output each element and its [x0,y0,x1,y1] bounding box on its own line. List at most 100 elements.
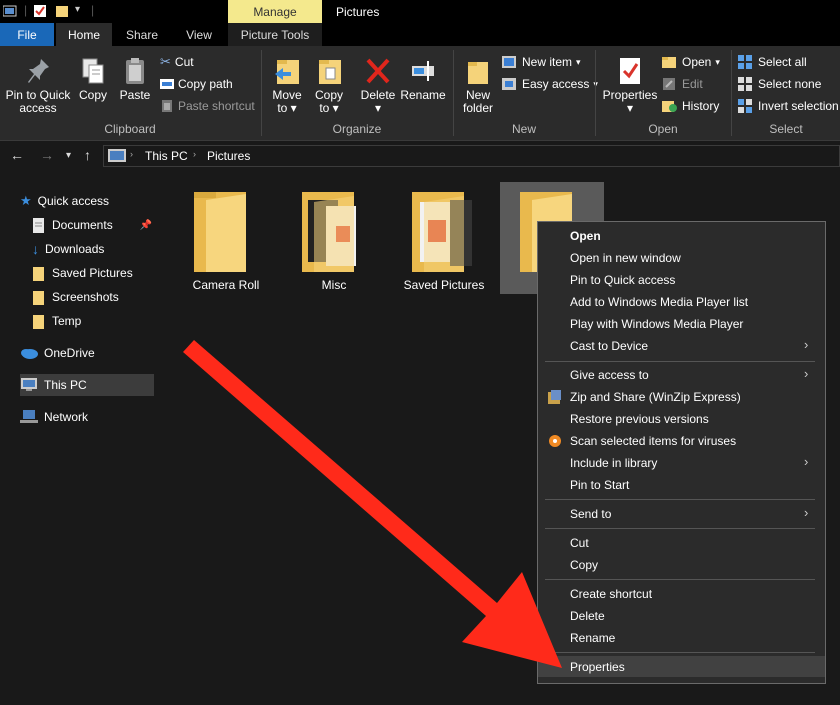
up-arrow-icon[interactable]: ↑ [84,147,91,163]
pin-label-2: access [19,101,57,115]
select-all-button[interactable]: Select all [738,53,807,71]
menu-item-send-to[interactable]: Send to [570,507,611,521]
copy-icon [82,58,104,84]
tab-view[interactable]: View [172,23,226,46]
tab-home[interactable]: Home [56,23,112,46]
new-item-icon [502,56,516,68]
pin-to-quick-access-button[interactable]: Pin to Quick access [4,56,72,115]
cut-label: Cut [174,55,194,69]
menu-item-zip-share[interactable]: Zip and Share (WinZip Express) [570,390,741,404]
window-icon[interactable] [3,5,17,17]
paste-shortcut-button[interactable]: Paste shortcut [160,97,255,115]
properties-quick-icon[interactable] [33,4,47,18]
menu-item-copy[interactable]: Copy [570,558,598,572]
customize-toolbar-icon[interactable]: ▾ [75,4,80,15]
nav-quick-access[interactable]: ★ Quick access [20,190,154,212]
move-to-button[interactable]: Move to ▾ [268,56,306,115]
nav-item-temp[interactable]: Temp [32,310,154,332]
menu-item-open-new-window[interactable]: Open in new window [570,251,681,265]
menu-separator [545,652,815,653]
new-item-button[interactable]: New item ▾ [502,53,581,71]
history-button[interactable]: History [662,97,719,115]
menu-item-play-wmp[interactable]: Play with Windows Media Player [570,317,743,331]
menu-separator [545,579,815,580]
title-bar [0,0,840,23]
tab-picture-tools[interactable]: Picture Tools [228,23,322,46]
cut-button[interactable]: ✂ Cut [160,53,194,71]
submenu-chevron-icon: › [804,505,809,520]
copy-to-button[interactable]: Copy to ▾ [310,56,348,115]
submenu-chevron-icon: › [804,337,809,352]
nav-network[interactable]: Network [20,406,154,428]
nav-label: Downloads [45,242,105,256]
copy-button[interactable]: Copy [76,56,110,102]
nav-item-documents[interactable]: Documents 📌 [32,214,154,236]
invert-selection-button[interactable]: Invert selection [738,97,839,115]
tab-share[interactable]: Share [116,23,168,46]
menu-item-restore-previous[interactable]: Restore previous versions [570,412,709,426]
properties-button[interactable]: Properties ▾ [602,56,658,115]
nav-item-saved-pictures[interactable]: Saved Pictures [32,262,154,284]
document-icon [33,217,44,233]
menu-item-delete[interactable]: Delete [570,609,605,623]
nav-item-screenshots[interactable]: Screenshots [32,286,154,308]
folder-misc[interactable]: Misc [282,182,386,294]
delete-button[interactable]: Delete ▾ [358,56,398,115]
open-label: Open [682,55,712,69]
menu-item-add-wmp-list[interactable]: Add to Windows Media Player list [570,295,748,309]
select-all-icon [738,55,752,69]
menu-item-cast-to-device[interactable]: Cast to Device [570,339,648,353]
delete-x-icon [366,58,390,84]
new-folder-quick-icon[interactable] [55,4,69,18]
nav-label: Documents [52,218,113,232]
breadcrumb-pictures[interactable]: Pictures [207,149,250,163]
submenu-chevron-icon: › [804,366,809,381]
recent-locations-icon[interactable]: ▾ [66,150,71,161]
folder-saved-pictures[interactable]: Saved Pictures [392,182,496,294]
menu-item-give-access[interactable]: Give access to [570,368,649,382]
nav-onedrive[interactable]: OneDrive [20,342,154,364]
clipboard-group-label: Clipboard [104,122,156,136]
menu-item-rename[interactable]: Rename [570,631,615,645]
antivirus-icon [549,435,561,447]
menu-item-include-library[interactable]: Include in library [570,456,657,470]
easy-access-button[interactable]: Easy access ▾ [502,75,598,93]
tab-file[interactable]: File [0,23,54,46]
new-folder-button[interactable]: New folder [458,56,498,115]
history-label: History [682,99,720,113]
history-icon [662,101,677,112]
rename-button[interactable]: Rename [400,56,446,102]
menu-item-properties[interactable]: Properties [570,660,625,674]
select-none-button[interactable]: Select none [738,75,821,93]
menu-item-scan-viruses[interactable]: Scan selected items for viruses [570,434,736,448]
edit-button[interactable]: Edit [662,75,703,93]
delete-dropdown-icon: ▾ [374,101,382,115]
open-dropdown-icon: ▾ [715,56,720,67]
folder-icon [33,290,44,305]
breadcrumb-this-pc[interactable]: This PC [145,149,188,163]
folder-icon [33,266,44,281]
menu-separator [545,528,815,529]
select-none-icon [738,77,752,91]
copy-path-button[interactable]: Copy path [160,75,233,93]
open-button[interactable]: Open ▾ [662,53,720,71]
back-arrow-icon[interactable]: ← [10,147,24,163]
forward-arrow-icon[interactable]: → [40,147,54,163]
nav-this-pc[interactable]: This PC [20,374,154,396]
copy-to-icon [319,60,341,84]
copy-to-label-2: to ▾ [319,101,339,115]
menu-item-pin-quick-access[interactable]: Pin to Quick access [570,273,675,287]
submenu-chevron-icon: › [804,454,809,469]
paste-label: Paste [119,88,151,102]
cloud-icon [21,349,38,359]
invert-selection-icon [738,99,752,113]
menu-item-pin-start[interactable]: Pin to Start [570,478,629,492]
menu-item-open[interactable]: Open [570,229,601,243]
folder-camera-roll[interactable]: Camera Roll [174,182,278,294]
menu-item-cut[interactable]: Cut [570,536,589,550]
paste-button[interactable]: Paste [116,56,154,102]
nav-label: OneDrive [44,346,95,360]
manage-tab[interactable]: Manage [228,0,322,23]
nav-item-downloads[interactable]: ↓ Downloads [32,238,154,260]
menu-item-create-shortcut[interactable]: Create shortcut [570,587,652,601]
